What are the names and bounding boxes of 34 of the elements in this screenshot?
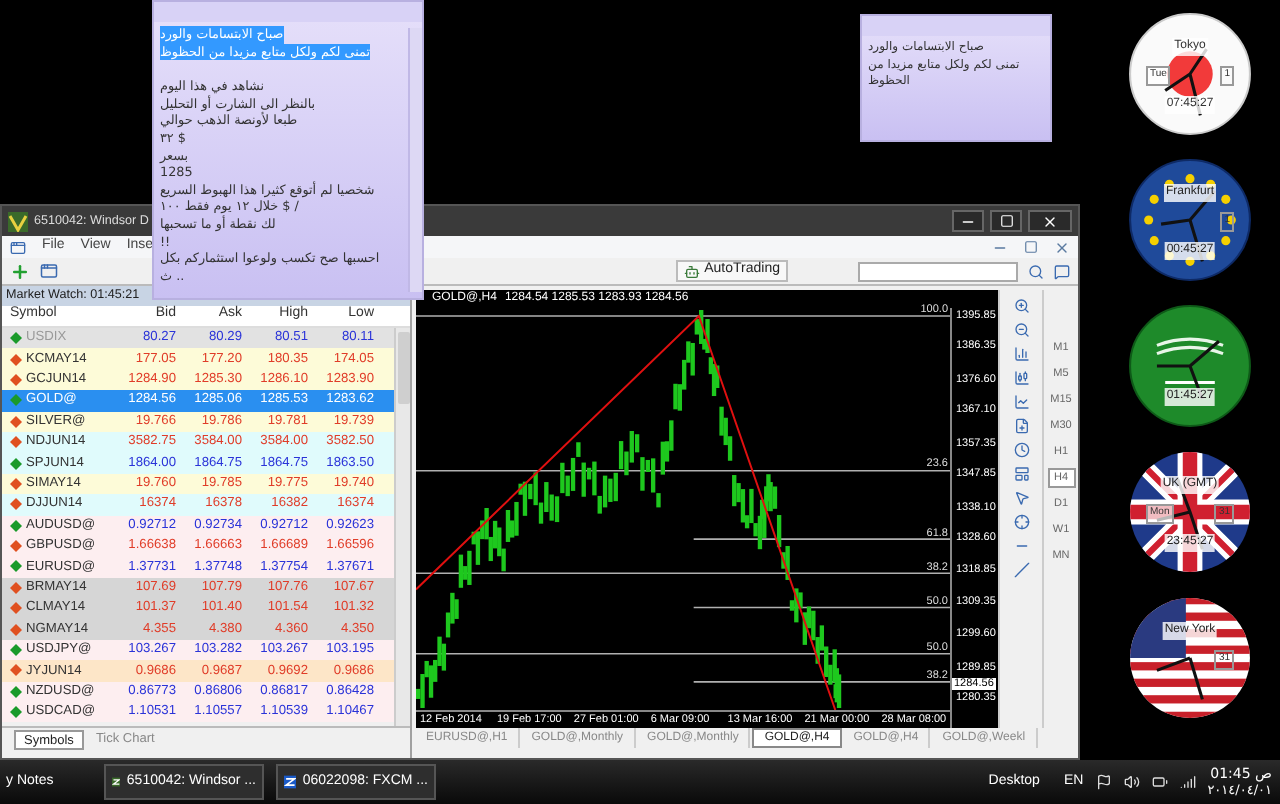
app-logo-icon bbox=[8, 211, 28, 231]
candlestick-icon[interactable] bbox=[1013, 370, 1029, 386]
search-field[interactable] bbox=[858, 261, 1018, 281]
new-order-icon bbox=[10, 261, 30, 281]
file-plus-icon[interactable] bbox=[1013, 418, 1029, 434]
app-icon bbox=[284, 770, 297, 794]
window-icon bbox=[40, 262, 58, 280]
maximize-button[interactable] bbox=[990, 210, 1022, 232]
pointer-icon[interactable] bbox=[1013, 490, 1029, 506]
clock-icon[interactable] bbox=[1013, 442, 1029, 458]
restore-icon bbox=[1024, 240, 1038, 254]
close-icon bbox=[1042, 213, 1058, 229]
maximize-icon bbox=[999, 214, 1013, 228]
slash-icon[interactable] bbox=[1013, 562, 1029, 578]
clock-face-drawing bbox=[1128, 304, 1252, 428]
close-icon bbox=[1054, 239, 1070, 255]
search-icon bbox=[1028, 263, 1044, 279]
zoom-out-icon[interactable] bbox=[1013, 322, 1029, 338]
close-button[interactable] bbox=[1028, 210, 1072, 232]
signal-icon bbox=[1179, 774, 1196, 790]
flag-icon bbox=[1095, 774, 1112, 790]
crosshair-icon[interactable] bbox=[1013, 514, 1029, 530]
bar-chart-icon[interactable] bbox=[1013, 346, 1029, 362]
line-chart-icon[interactable] bbox=[1013, 394, 1029, 410]
scrollbar[interactable] bbox=[408, 28, 422, 292]
scrollbar[interactable] bbox=[394, 328, 410, 726]
app-menu-icon bbox=[10, 239, 26, 255]
zoom-in-icon[interactable] bbox=[1013, 298, 1029, 314]
chat-icon bbox=[1054, 263, 1070, 279]
template-icon[interactable] bbox=[1013, 466, 1029, 482]
robot-icon bbox=[684, 263, 701, 279]
minimize-button[interactable] bbox=[952, 210, 984, 232]
battery-icon bbox=[1151, 774, 1168, 790]
speaker-icon bbox=[1123, 774, 1140, 790]
